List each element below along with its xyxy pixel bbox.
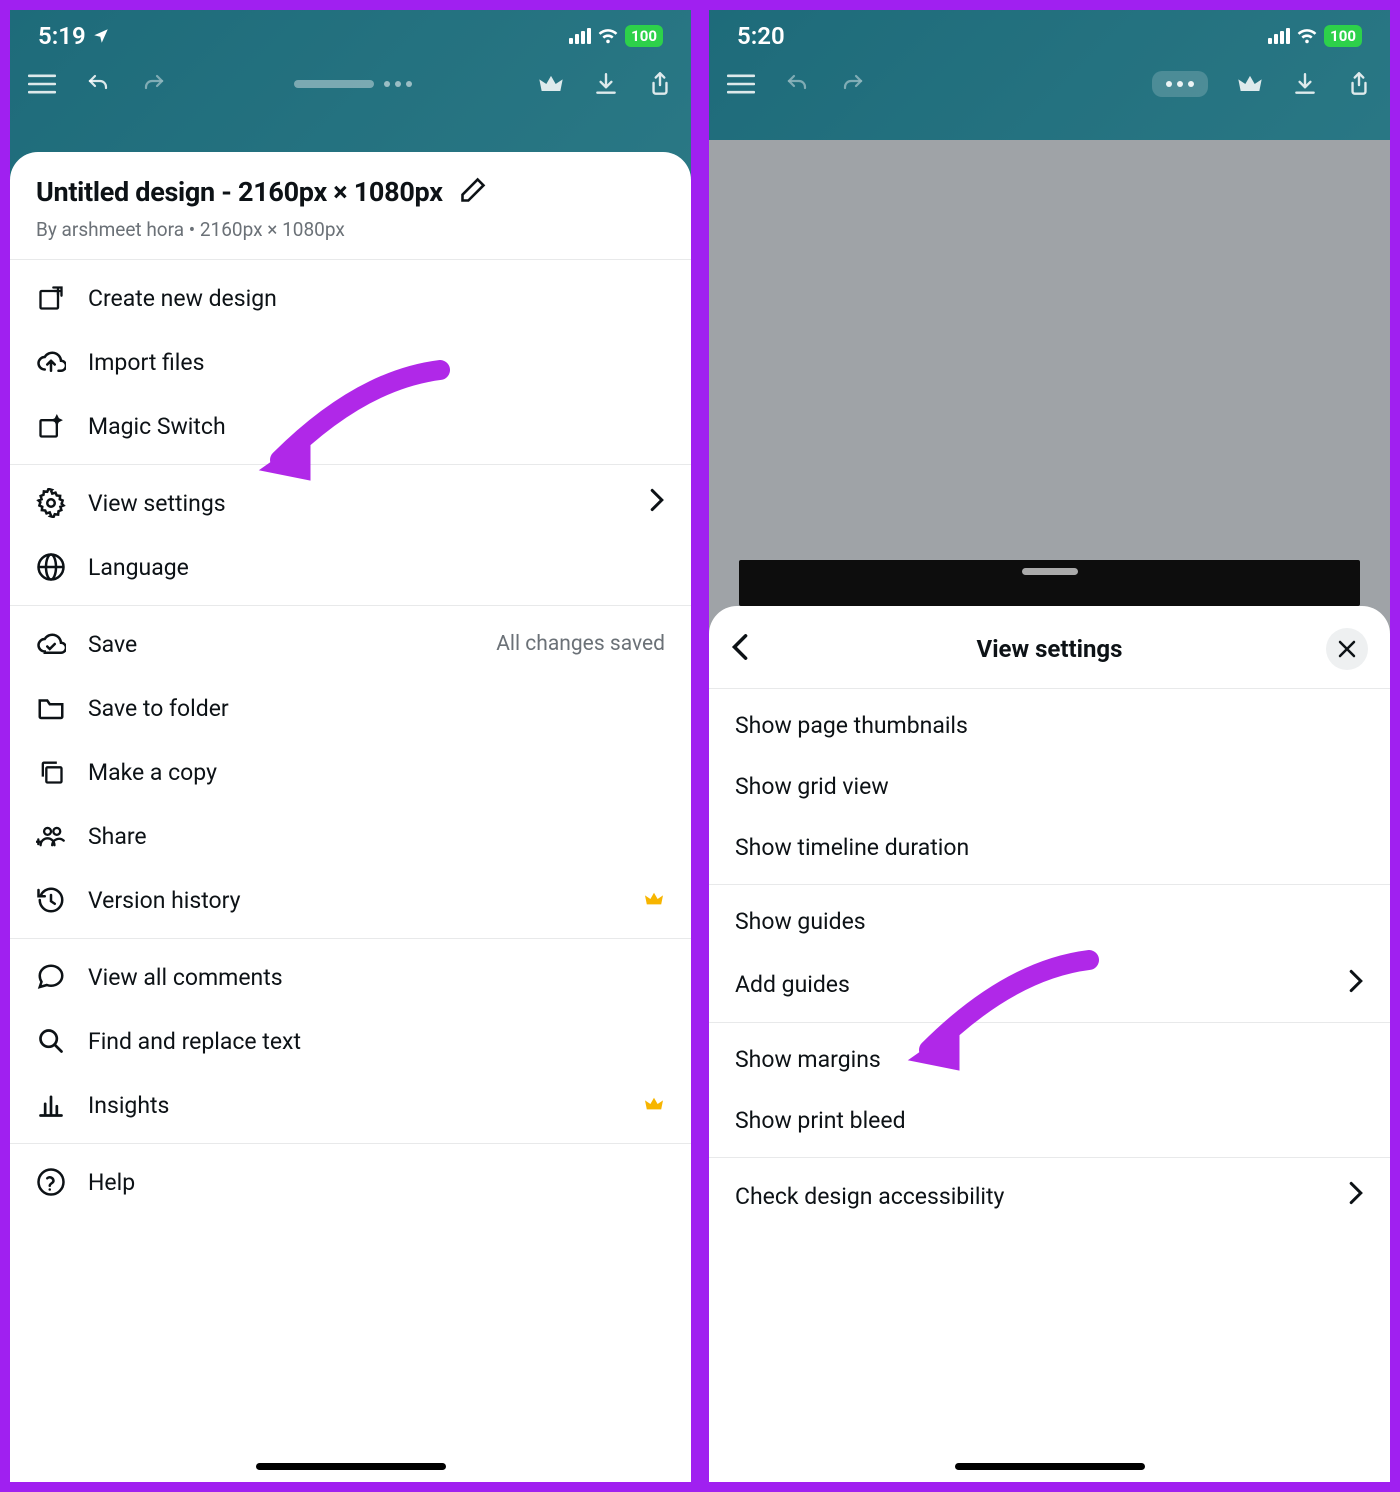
menu-icon[interactable] [727, 73, 755, 95]
more-options-button[interactable] [1152, 71, 1208, 97]
view-all-comments[interactable]: View all comments [10, 945, 691, 1009]
canva-pro-crown-icon[interactable] [537, 72, 565, 96]
status-bar: 5:19 100 [10, 10, 691, 56]
create-new-design[interactable]: Create new design [10, 266, 691, 330]
download-icon[interactable] [593, 71, 619, 97]
language[interactable]: Language [10, 535, 691, 599]
status-time: 5:19 [38, 22, 86, 50]
plus-box-icon [36, 283, 66, 313]
more-dots-icon[interactable] [384, 81, 412, 87]
add-guides[interactable]: Add guides [709, 952, 1390, 1016]
show-page-thumbnails[interactable]: Show page thumbnails [709, 695, 1390, 756]
help[interactable]: Help [10, 1150, 691, 1214]
phone-right: 5:20 100 View settings Show pa [705, 6, 1394, 1486]
design-title: Untitled design - 2160px × 1080px [36, 176, 443, 208]
home-indicator[interactable] [256, 1463, 446, 1470]
make-a-copy[interactable]: Make a copy [10, 740, 691, 804]
design-subtitle: By arshmeet hora • 2160px × 1080px [36, 218, 665, 241]
redo-icon[interactable] [140, 72, 168, 96]
search-icon [36, 1026, 66, 1056]
signal-icon [569, 28, 591, 44]
copy-icon [36, 757, 66, 787]
magic-switch-icon [36, 411, 66, 441]
undo-icon[interactable] [783, 72, 811, 96]
insights[interactable]: Insights [10, 1073, 691, 1137]
globe-icon [36, 552, 66, 582]
chevron-right-icon [649, 488, 665, 518]
version-history[interactable]: Version history [10, 868, 691, 932]
wifi-icon [1296, 27, 1318, 45]
edit-title-icon[interactable] [459, 176, 487, 208]
design-menu-sheet: Untitled design - 2160px × 1080px By ars… [10, 152, 691, 1482]
drag-handle[interactable] [294, 80, 374, 88]
comment-icon [36, 962, 66, 992]
canvas-strip [739, 560, 1360, 606]
app-toolbar [10, 56, 691, 118]
save-hint: All changes saved [496, 632, 665, 656]
cloud-upload-icon [36, 347, 66, 377]
undo-icon[interactable] [84, 72, 112, 96]
show-margins[interactable]: Show margins [709, 1029, 1390, 1090]
share-icon[interactable] [1346, 70, 1372, 98]
battery-indicator: 100 [1324, 25, 1362, 47]
check-accessibility[interactable]: Check design accessibility [709, 1164, 1390, 1228]
share-icon[interactable] [647, 70, 673, 98]
share-row[interactable]: Share [10, 804, 691, 868]
canvas-drag-handle[interactable] [1022, 568, 1078, 575]
show-guides[interactable]: Show guides [709, 891, 1390, 952]
folder-icon [36, 693, 66, 723]
import-files[interactable]: Import files [10, 330, 691, 394]
status-time: 5:20 [737, 22, 785, 50]
signal-icon [1268, 28, 1290, 44]
pro-crown-icon [643, 887, 665, 914]
wifi-icon [597, 27, 619, 45]
location-arrow-icon [92, 27, 110, 45]
chart-icon [36, 1090, 66, 1120]
save[interactable]: Save All changes saved [10, 612, 691, 676]
status-bar: 5:20 100 [709, 10, 1390, 56]
view-settings[interactable]: View settings [10, 471, 691, 535]
download-icon[interactable] [1292, 71, 1318, 97]
phone-left: 5:19 100 Untitled design - 2160px × 10 [6, 6, 695, 1486]
chevron-right-icon [1348, 1181, 1364, 1211]
close-button[interactable] [1326, 628, 1368, 670]
battery-indicator: 100 [625, 25, 663, 47]
redo-icon[interactable] [839, 72, 867, 96]
cloud-check-icon [36, 629, 66, 659]
sheet-title: View settings [977, 635, 1123, 663]
canva-pro-crown-icon[interactable] [1236, 72, 1264, 96]
home-indicator[interactable] [955, 1463, 1145, 1470]
show-grid-view[interactable]: Show grid view [709, 756, 1390, 817]
history-icon [36, 885, 66, 915]
gear-icon [36, 488, 66, 518]
back-button[interactable] [731, 633, 749, 665]
help-icon [36, 1167, 66, 1197]
find-and-replace[interactable]: Find and replace text [10, 1009, 691, 1073]
chevron-right-icon [1348, 969, 1364, 999]
view-settings-sheet: View settings Show page thumbnails Show … [709, 606, 1390, 1482]
menu-icon[interactable] [28, 73, 56, 95]
show-timeline-duration[interactable]: Show timeline duration [709, 817, 1390, 878]
show-print-bleed[interactable]: Show print bleed [709, 1090, 1390, 1151]
app-toolbar [709, 56, 1390, 118]
save-to-folder[interactable]: Save to folder [10, 676, 691, 740]
magic-switch[interactable]: Magic Switch [10, 394, 691, 458]
pro-crown-icon [643, 1092, 665, 1119]
people-icon [36, 821, 66, 851]
